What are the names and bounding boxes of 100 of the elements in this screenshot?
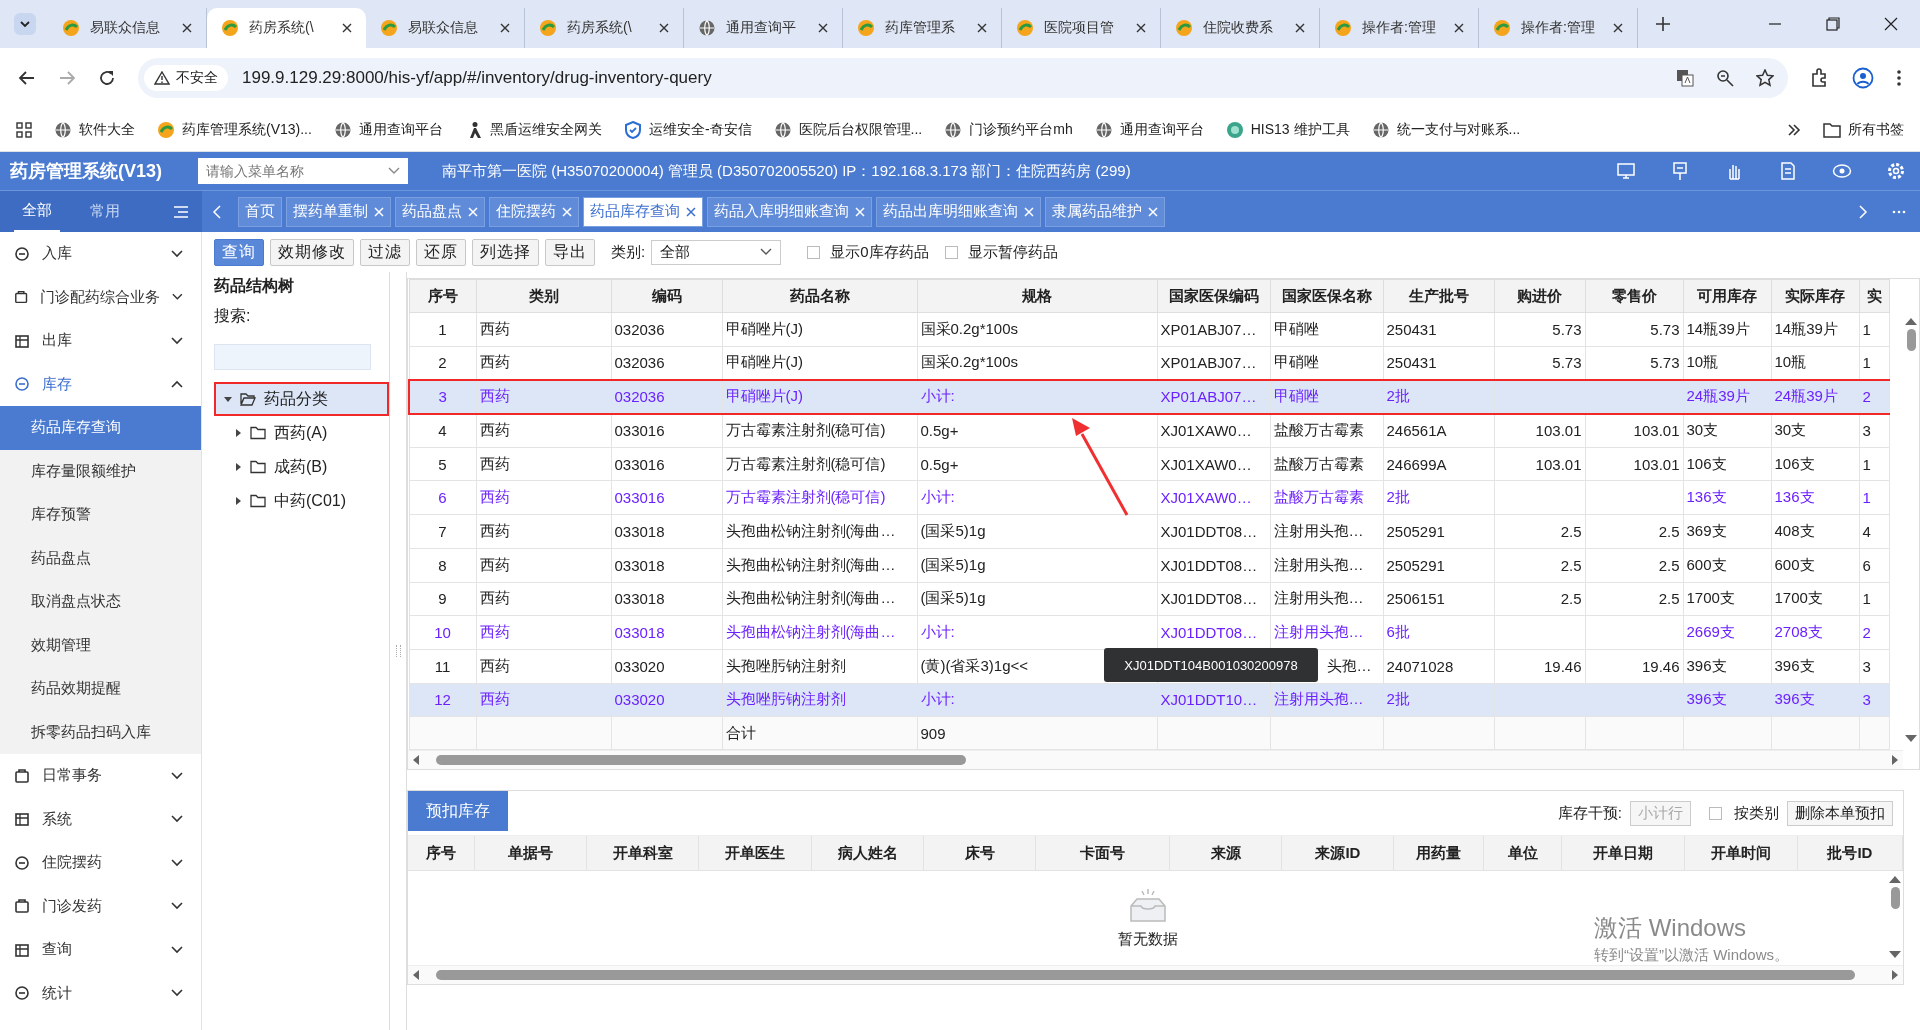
scroll-down-icon[interactable] <box>1905 735 1917 744</box>
submenu-item[interactable]: 库存量限额维护 <box>0 449 201 493</box>
chevrons-icon[interactable] <box>1787 122 1801 137</box>
more-icon[interactable] <box>1892 209 1906 214</box>
scroll-right-icon[interactable] <box>1891 755 1899 766</box>
tree-node[interactable]: 药品分类 <box>214 382 389 416</box>
close-icon[interactable] <box>182 23 192 33</box>
search-field[interactable] <box>214 344 371 370</box>
close-icon[interactable] <box>659 23 669 33</box>
column-header[interactable]: 开单日期 <box>1562 836 1685 871</box>
column-header[interactable]: 零售价 <box>1585 279 1683 313</box>
menu-item[interactable]: 查询 <box>0 928 201 972</box>
column-header[interactable]: 单据号 <box>474 836 587 871</box>
column-header[interactable]: 卡面号 <box>1036 836 1171 871</box>
table-row[interactable]: 6 西药 033016 万古霉素注射剂(稳可信) 小计: XJ01XAW0… 盐酸万古霉素 2批 136支 136支 1 <box>409 480 1889 515</box>
bookmark[interactable]: 药库管理系统(V13)... <box>157 120 312 139</box>
column-header[interactable]: 床号 <box>924 836 1037 871</box>
column-header[interactable]: 规格 <box>917 279 1157 313</box>
close-icon[interactable] <box>342 23 352 33</box>
toolbar-button[interactable]: 列选择 <box>472 238 539 266</box>
toolbar-button[interactable]: 效期修改 <box>270 238 354 266</box>
splitter-handle[interactable] <box>395 645 401 657</box>
tab-search-icon[interactable] <box>14 13 36 35</box>
menu-item[interactable]: 日常事务 <box>0 754 201 798</box>
close-icon[interactable] <box>1136 23 1146 33</box>
checkbox[interactable] <box>944 245 958 259</box>
back-icon[interactable] <box>18 69 36 87</box>
column-header[interactable]: 实际库存 <box>1771 279 1859 313</box>
close-icon[interactable] <box>1454 23 1464 33</box>
table-row[interactable]: 4 西药 033016 万古霉素注射剂(稳可信) 0.5g+ XJ01XAW0… 盐酸万古霉素 246561A 103.01 103.01 30支 30支 3 <box>409 413 1889 448</box>
column-header[interactable]: 国家医保编码 <box>1157 279 1270 313</box>
document-icon[interactable] <box>1778 161 1798 181</box>
menu-item[interactable]: 门诊发药 <box>0 884 201 928</box>
scroll-up-icon[interactable] <box>1905 317 1917 325</box>
close-icon[interactable] <box>500 23 510 33</box>
column-header[interactable]: 单位 <box>1484 836 1563 871</box>
table-row[interactable]: 9 西药 033018 头孢曲松钠注射剂(海曲… (国采5)1g XJ01DDT08… 注射用头孢… 2506151 2.5 2.5 1700支 1700支 1 <box>409 582 1889 616</box>
table-row[interactable]: 12 西药 033020 头孢唑肟钠注射剂 小计: XJ01DDT10… 注射用头孢… 2批 396支 396支 3 <box>409 683 1889 717</box>
bookmark[interactable]: HIS13 维护工具 <box>1225 120 1350 139</box>
security-chip[interactable]: 不安全 <box>144 65 228 91</box>
tree-node[interactable]: 中药(C01) <box>214 484 389 518</box>
close-icon[interactable] <box>1295 23 1305 33</box>
toolbar-button[interactable]: 还原 <box>416 238 466 266</box>
tree-node[interactable]: 成药(B) <box>214 450 389 484</box>
submenu-item[interactable]: 取消盘点状态 <box>0 580 201 624</box>
close-icon[interactable] <box>818 23 828 33</box>
caret-icon[interactable] <box>388 167 400 175</box>
menu-item[interactable]: 门诊配药综合业务 <box>0 275 201 319</box>
column-header[interactable]: 来源 <box>1170 836 1283 871</box>
table-row[interactable]: 8 西药 033018 头孢曲松钠注射剂(海曲… (国采5)1g XJ01DDT08… 注射用头孢… 2505291 2.5 2.5 600支 600支 6 <box>409 548 1889 582</box>
submenu-item[interactable]: 库存预警 <box>0 493 201 537</box>
submenu-item[interactable]: 药品库存查询 <box>0 406 201 450</box>
tree-node[interactable]: 西药(A) <box>214 416 389 450</box>
column-header[interactable]: 来源ID <box>1282 836 1395 871</box>
column-header[interactable]: 药品名称 <box>722 279 917 313</box>
column-header[interactable]: 购进价 <box>1494 279 1585 313</box>
scroll-left-icon[interactable] <box>412 755 420 766</box>
submenu-item[interactable]: 药品盘点 <box>0 536 201 580</box>
column-header[interactable]: 实 <box>1859 279 1889 313</box>
column-header[interactable]: 生产批号 <box>1383 279 1494 313</box>
delete-reserve-button[interactable]: 删除本单预扣 <box>1787 800 1893 826</box>
new-tab-icon[interactable] <box>1656 17 1670 31</box>
column-header[interactable]: 序号 <box>408 836 475 871</box>
checkbox[interactable] <box>1709 806 1722 820</box>
toolbar-button[interactable]: 导出 <box>545 238 595 266</box>
scroll-down-icon[interactable] <box>1889 951 1901 960</box>
reload-icon[interactable] <box>98 69 116 87</box>
column-header[interactable]: 可用库存 <box>1683 279 1771 313</box>
submenu-item[interactable]: 拆零药品扫码入库 <box>0 710 201 754</box>
table-row[interactable]: 5 西药 033016 万古霉素注射剂(稳可信) 0.5g+ XJ01XAW0… 盐酸万古霉素 246699A 103.01 103.01 106支 106支 1 <box>409 447 1889 481</box>
scroll-up-icon[interactable] <box>1889 875 1901 884</box>
chevron-left-icon[interactable] <box>212 204 222 219</box>
scroll-right-icon[interactable] <box>1891 970 1899 981</box>
scrollbar-thumb[interactable] <box>436 970 1856 981</box>
eye-icon[interactable] <box>1832 161 1852 181</box>
toolbar-button[interactable]: 过滤 <box>360 238 410 266</box>
bookmark[interactable]: 医院后台权限管理... <box>773 120 923 139</box>
settings-icon[interactable] <box>1886 161 1906 181</box>
column-header[interactable]: 类别 <box>476 279 611 313</box>
bookmark[interactable]: 门诊预约平台mh <box>944 120 1073 139</box>
close-icon[interactable] <box>977 23 987 33</box>
scrollbar-thumb[interactable] <box>436 755 966 766</box>
sidebar-tab[interactable]: 全部 <box>14 191 60 232</box>
menu-item[interactable]: 入库 <box>0 232 201 276</box>
column-header[interactable]: 编码 <box>611 279 722 313</box>
monitor-icon[interactable] <box>1616 161 1636 181</box>
column-header[interactable]: 开单科室 <box>586 836 700 871</box>
category-dropdown[interactable]: 全部 <box>651 239 782 265</box>
scrollbar-thumb[interactable] <box>1890 887 1900 910</box>
restore-icon[interactable] <box>1826 17 1840 31</box>
scrollbar-thumb[interactable] <box>1906 329 1916 351</box>
sidebar-tab[interactable]: 常用 <box>82 191 128 232</box>
column-header[interactable]: 国家医保名称 <box>1270 279 1383 313</box>
column-header[interactable]: 批号ID <box>1797 836 1903 871</box>
apps-grid-icon[interactable] <box>16 121 32 138</box>
table-row[interactable]: 7 西药 033018 头孢曲松钠注射剂(海曲… (国采5)1g XJ01DDT08… 注射用头孢… 2505291 2.5 2.5 369支 408支 4 <box>409 514 1889 549</box>
menu-item[interactable]: 系统 <box>0 797 201 841</box>
close-icon[interactable] <box>1884 17 1898 31</box>
menu-item[interactable]: 出库 <box>0 319 201 363</box>
zoom-icon[interactable] <box>1716 69 1734 87</box>
